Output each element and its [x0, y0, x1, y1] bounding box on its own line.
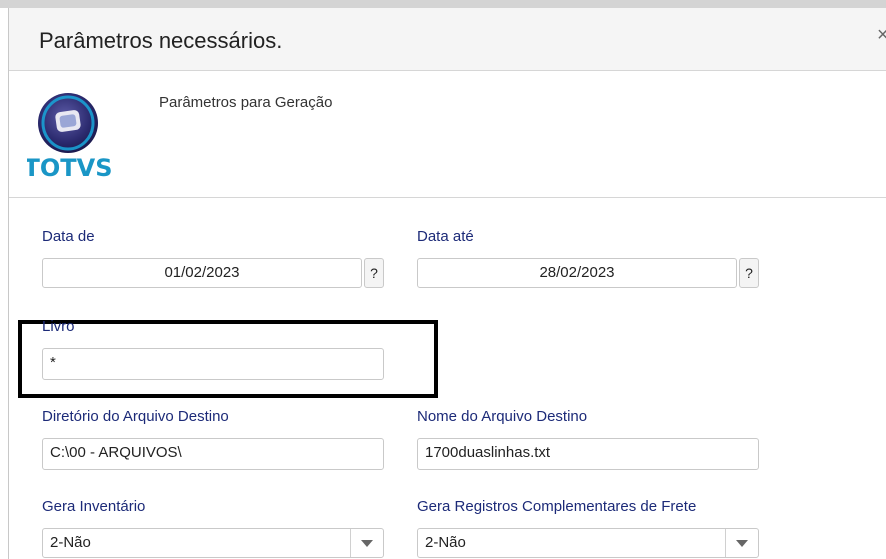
- livro-label: Livro: [42, 318, 75, 335]
- gera-inventario-select[interactable]: 2-Não: [42, 528, 384, 558]
- dialog-header: TOTVS Parâmetros para Geração: [9, 71, 886, 198]
- logo-text: TOTVS: [27, 154, 111, 181]
- gera-registros-value: 2-Não: [425, 534, 466, 551]
- dialog-titlebar: Parâmetros necessários. ×: [9, 8, 886, 71]
- top-strip: [0, 0, 886, 8]
- data-de-label: Data de: [42, 228, 95, 245]
- data-de-input[interactable]: 01/02/2023: [42, 258, 362, 288]
- form-subtitle: Parâmetros para Geração: [159, 94, 333, 111]
- gera-registros-select[interactable]: 2-Não: [417, 528, 759, 558]
- nome-arquivo-input[interactable]: 1700duaslinhas.txt: [417, 438, 759, 470]
- livro-input[interactable]: *: [42, 348, 384, 380]
- close-icon[interactable]: ×: [877, 24, 886, 47]
- data-ate-input[interactable]: 28/02/2023: [417, 258, 737, 288]
- diretorio-input[interactable]: C:\00 - ARQUIVOS\: [42, 438, 384, 470]
- data-ate-help-button[interactable]: ?: [739, 258, 759, 288]
- data-de-help-button[interactable]: ?: [364, 258, 384, 288]
- nome-arquivo-label: Nome do Arquivo Destino: [417, 408, 588, 425]
- dialog-title: Parâmetros necessários.: [39, 28, 283, 53]
- totvs-logo-icon: TOTVS: [23, 93, 113, 182]
- chevron-down-icon[interactable]: [350, 529, 383, 557]
- chevron-down-icon[interactable]: [725, 529, 758, 557]
- parameters-dialog: Parâmetros necessários. × TOTVS Parâmetr…: [8, 8, 886, 559]
- gera-inventario-label: Gera Inventário: [42, 498, 146, 515]
- gera-registros-label: Gera Registros Complementares de Frete: [417, 498, 697, 515]
- totvs-logo: TOTVS: [23, 87, 113, 182]
- gera-inventario-value: 2-Não: [50, 534, 91, 551]
- data-ate-label: Data até: [417, 228, 474, 245]
- diretorio-label: Diretório do Arquivo Destino: [42, 408, 229, 425]
- parameters-form: Data de 01/02/2023 ? Data até 28/02/2023…: [9, 198, 886, 559]
